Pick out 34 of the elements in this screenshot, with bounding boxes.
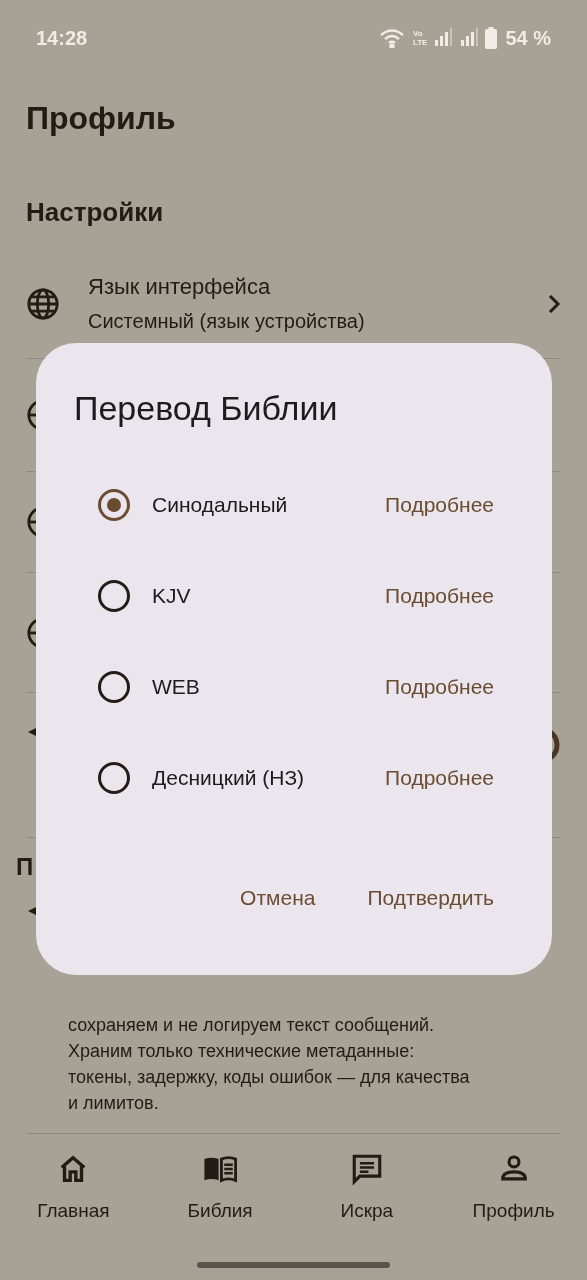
option-label[interactable]: WEB <box>152 674 386 699</box>
details-link[interactable]: Подробнее <box>385 765 494 790</box>
setting-value: Системный (язык устройства) <box>88 309 366 334</box>
nav-tab[interactable]: Профиль <box>453 1152 574 1222</box>
globe-icon <box>26 287 60 321</box>
nav-tab[interactable]: Библия <box>160 1152 281 1222</box>
network-label: LTE <box>412 38 428 47</box>
dialog-title: Перевод Библии <box>74 388 339 429</box>
details-link[interactable]: Подробнее <box>385 583 494 608</box>
section-heading: Настройки <box>26 196 165 229</box>
chevron-icon <box>547 294 561 314</box>
radio-button[interactable] <box>98 579 130 612</box>
battery-percent: 54 % <box>505 26 551 50</box>
confirm-button[interactable]: Подтвердить <box>367 874 494 922</box>
option-label[interactable]: Десницкий (НЗ) <box>152 765 386 790</box>
option-label[interactable]: Синодальный <box>152 492 386 517</box>
setting-title[interactable]: Язык интерфейса <box>88 274 547 300</box>
page-title: Профиль <box>26 99 177 138</box>
status-time: 14:28 <box>36 26 88 50</box>
option-label[interactable]: KJV <box>152 583 386 608</box>
signal-icon <box>459 28 480 48</box>
signal-icon <box>433 28 454 48</box>
details-link[interactable]: Подробнее <box>385 674 494 699</box>
details-link[interactable]: Подробнее <box>385 492 494 517</box>
radio-button[interactable] <box>98 761 130 794</box>
radio-button[interactable] <box>98 670 130 703</box>
privacy-text: сохраняем и не логируем текст сообщений. Храним только технические метаданные: токены, задержку, коды ошибок — для качества и лимитов. <box>68 1014 471 1115</box>
network-label: Vo <box>412 29 424 38</box>
cancel-button[interactable]: Отмена <box>240 874 316 922</box>
nav-tab[interactable]: Искра <box>306 1152 427 1222</box>
radio-button[interactable] <box>98 488 130 521</box>
battery-icon <box>485 27 498 49</box>
section-heading: П <box>16 852 34 882</box>
nav-tab[interactable]: Главная <box>13 1152 134 1222</box>
